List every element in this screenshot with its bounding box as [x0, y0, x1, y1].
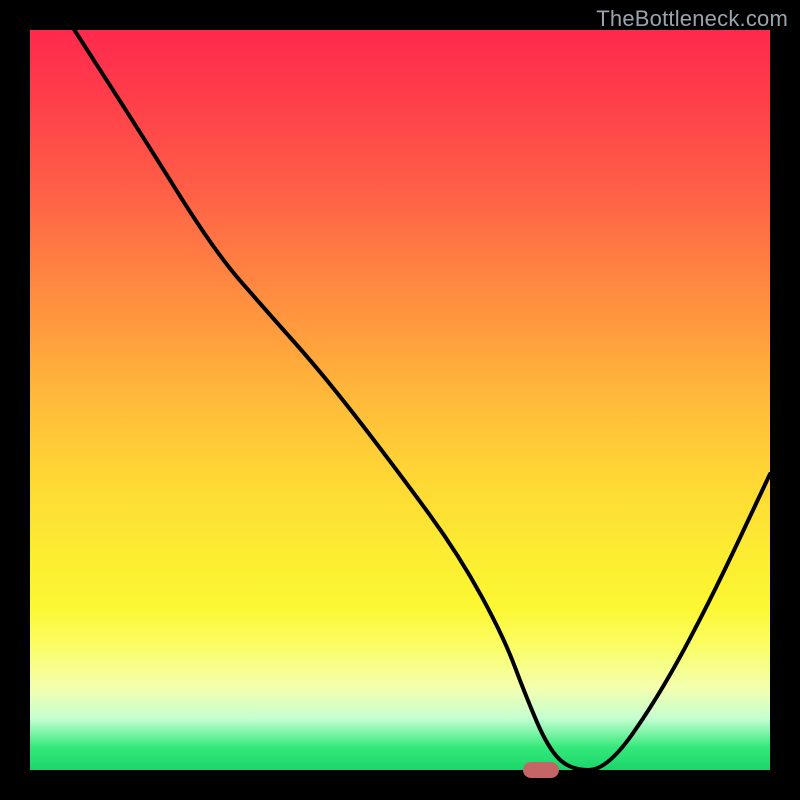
bottleneck-curve-path — [74, 30, 770, 770]
bottleneck-curve-svg — [30, 30, 770, 770]
optimum-marker — [523, 762, 559, 778]
chart-plot-area — [30, 30, 770, 770]
watermark-text: TheBottleneck.com — [596, 6, 788, 32]
